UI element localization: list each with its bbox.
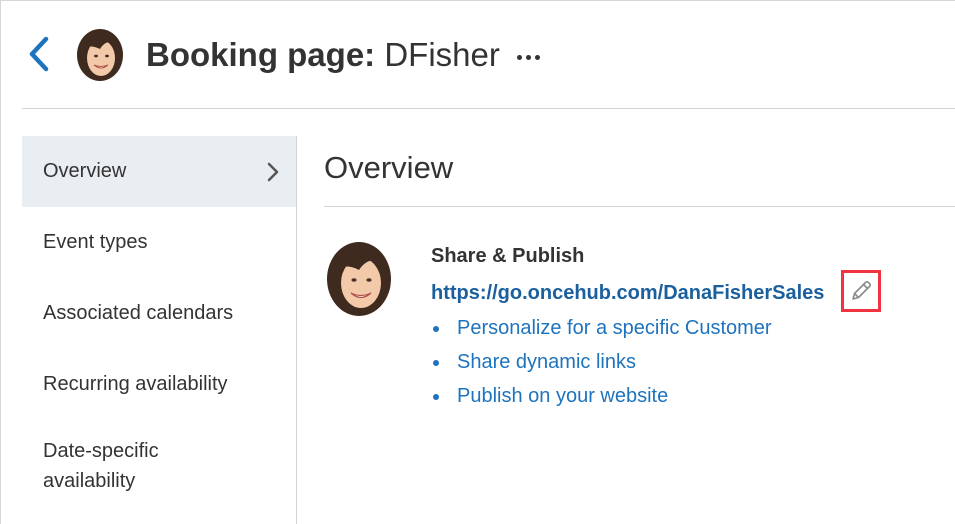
sidebar-item-event-types[interactable]: Event types	[22, 207, 296, 278]
sidebar: Overview Event types Associated calendar…	[22, 136, 297, 524]
more-options-button[interactable]	[510, 42, 546, 72]
sidebar-item-label: Recurring availability	[43, 373, 228, 395]
sidebar-item-date-specific-availability[interactable]: Date-specific availability	[22, 426, 262, 506]
chevron-right-icon	[267, 162, 279, 181]
pencil-icon	[852, 281, 871, 300]
page-title-name: DFisher	[384, 36, 500, 73]
share-links-list: Personalize for a specific Customer Shar…	[431, 314, 772, 416]
sidebar-item-label: Associated calendars	[43, 302, 234, 324]
content-divider	[324, 206, 955, 207]
personalize-customer-link[interactable]: Personalize for a specific Customer	[431, 314, 772, 348]
sidebar-item-label: Overview	[43, 160, 127, 182]
header-divider	[22, 108, 955, 109]
avatar	[326, 242, 392, 318]
page-header: Booking page: DFisher	[0, 0, 955, 108]
booking-page-url-link[interactable]: https://go.oncehub.com/DanaFisherSales	[431, 280, 824, 306]
back-button[interactable]	[24, 34, 54, 74]
sidebar-item-label: Date-specific availability	[43, 440, 159, 492]
edit-url-button[interactable]	[841, 270, 881, 312]
avatar	[76, 29, 124, 83]
share-publish-heading: Share & Publish	[431, 245, 585, 267]
page-title: Booking page: DFisher	[146, 33, 500, 77]
sidebar-item-associated-calendars[interactable]: Associated calendars	[22, 278, 296, 349]
share-dynamic-links-link[interactable]: Share dynamic links	[431, 348, 772, 382]
page-title-prefix: Booking page:	[146, 36, 376, 73]
chevron-left-icon	[29, 36, 49, 72]
publish-website-link[interactable]: Publish on your website	[431, 382, 772, 416]
sidebar-item-recurring-availability[interactable]: Recurring availability	[22, 349, 296, 420]
sidebar-item-label: Event types	[43, 231, 148, 253]
main-content: Overview Share & Publish https://go.once…	[324, 136, 955, 524]
sidebar-item-overview[interactable]: Overview	[22, 136, 296, 207]
more-horizontal-icon	[516, 54, 540, 60]
section-title: Overview	[324, 150, 454, 185]
